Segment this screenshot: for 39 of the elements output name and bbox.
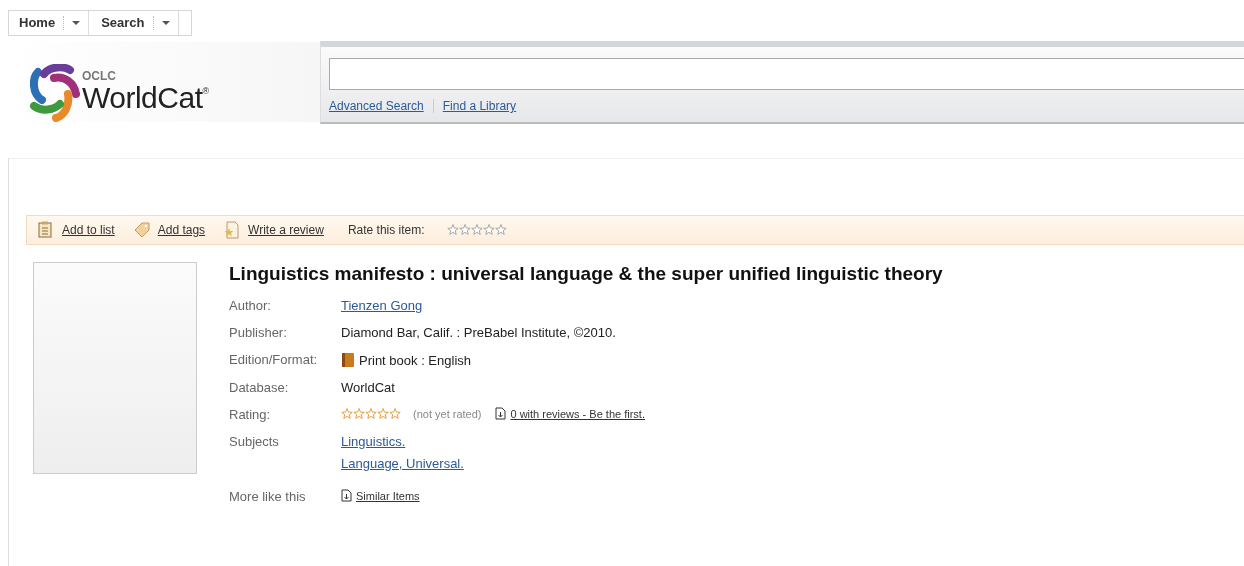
document-star-icon — [223, 221, 241, 239]
nav-link[interactable]: Search — [101, 16, 154, 30]
field-value: Diamond Bar, Calif. : PreBabel Institute, ©2010. — [341, 325, 617, 340]
field-label: Rating: — [229, 407, 272, 422]
rate-label: Rate this item: — [347, 223, 425, 237]
clipboard-icon — [37, 221, 54, 239]
field-label: Publisher: — [229, 325, 288, 340]
logo-label: OCLC — [82, 70, 117, 82]
field-label: More like this — [229, 489, 307, 504]
logo-icon — [28, 64, 80, 122]
star-rating[interactable] — [446, 224, 507, 236]
field-label: Subjects — [229, 434, 280, 451]
similar-link[interactable]: Similar Items — [356, 489, 420, 502]
action-link[interactable]: Add tags — [157, 223, 206, 237]
search-field[interactable] — [329, 58, 1244, 90]
action-link[interactable]: Add to list — [62, 223, 115, 237]
document-icon — [341, 489, 352, 502]
nav-link[interactable]: Home — [19, 16, 65, 30]
record-title: Linguistics manifesto : universal language & the super unified linguistic theory — [229, 262, 943, 286]
rating-note: (not yet rated) — [413, 407, 482, 420]
value-link[interactable]: Tienzen Gong — [341, 298, 943, 313]
header-link[interactable]: Advanced Search — [329, 99, 424, 113]
action-link[interactable]: Write a review — [248, 223, 324, 237]
caret-icon[interactable] — [72, 21, 81, 25]
value-link[interactable]: Language, Universal. — [341, 456, 943, 471]
field-label: Edition/Format: — [229, 352, 319, 368]
field-label: Database: — [229, 380, 290, 395]
field-label: Author: — [229, 298, 272, 313]
field-value: WorldCat — [341, 380, 396, 395]
registered-mark: ® — [202, 86, 210, 96]
caret-icon[interactable] — [161, 21, 170, 25]
logo-wordmark: WorldCat — [82, 82, 203, 114]
reviews-link[interactable]: 0 with reviews - Be the first. — [510, 407, 645, 420]
tag-icon — [132, 221, 150, 239]
field-value: Print book : English — [359, 352, 471, 368]
book-icon — [341, 352, 355, 368]
document-icon — [495, 407, 507, 420]
header-link[interactable]: Find a Library — [442, 99, 517, 113]
value-link[interactable]: Linguistics. — [341, 434, 943, 449]
